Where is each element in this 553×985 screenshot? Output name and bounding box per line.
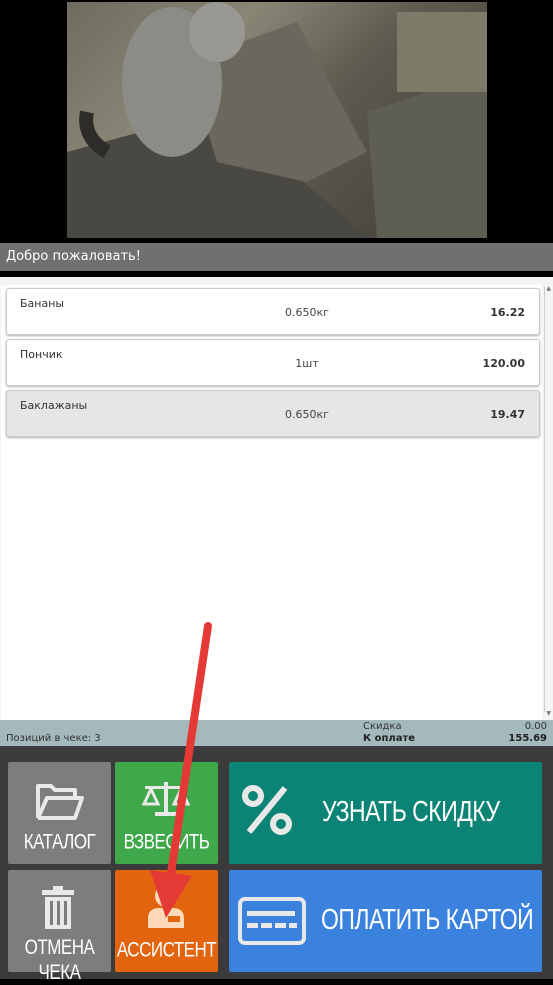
- receipt-item[interactable]: Пончик 1шт 120.00: [6, 339, 540, 386]
- positions-count: Позиций в чеке: 3: [6, 733, 101, 744]
- catalog-label: КАТАЛОГ: [23, 829, 96, 854]
- to-pay-value: 155.69: [508, 733, 547, 744]
- to-pay-label: К оплате: [363, 733, 416, 744]
- video-image: [67, 2, 487, 238]
- pay-by-card-button[interactable]: ОПЛАТИТЬ КАРТОЙ: [229, 870, 542, 972]
- person-icon: [148, 885, 184, 928]
- action-panel: КАТАЛОГ ВЗВЕСИТЬ ОТМЕНА ЧЕКА АССИСТЕНТ У…: [0, 746, 553, 984]
- receipt-item[interactable]: Бананы 0.650кг 16.22: [6, 288, 540, 335]
- cancel-receipt-button[interactable]: ОТМЕНА ЧЕКА: [8, 870, 111, 984]
- receipt-list-body: Бананы 0.650кг 16.22 Пончик 1шт 120.00 Б…: [1, 285, 542, 720]
- discount-label: Скидка: [363, 721, 402, 732]
- welcome-text: Добро пожаловать!: [6, 249, 141, 264]
- scroll-down-icon[interactable]: ▼: [546, 710, 551, 717]
- item-name: Бананы: [20, 297, 65, 310]
- find-discount-label: УЗНАТЬ СКИДКУ: [322, 794, 500, 828]
- item-price: 19.47: [490, 408, 525, 421]
- item-qty: 1шт: [295, 357, 319, 370]
- weigh-button[interactable]: ВЗВЕСИТЬ: [115, 762, 218, 864]
- receipt-item-selected[interactable]: Баклажаны 0.650кг 19.47: [6, 390, 540, 437]
- find-discount-button[interactable]: УЗНАТЬ СКИДКУ: [229, 762, 542, 864]
- assistant-label: АССИСТЕНТ: [116, 937, 217, 962]
- scroll-up-icon[interactable]: ▲: [546, 285, 551, 292]
- camera-video-area: [0, 0, 553, 240]
- receipt-scrollbar[interactable]: [544, 287, 550, 712]
- pay-by-card-label: ОПЛАТИТЬ КАРТОЙ: [321, 902, 534, 936]
- scales-icon: [141, 782, 191, 816]
- item-qty: 0.650кг: [285, 306, 329, 319]
- item-price: 16.22: [490, 306, 525, 319]
- totals-bar: Позиций в чеке: 3 Скидка 0.00 К оплате 1…: [0, 720, 553, 746]
- credit-card-icon: [238, 897, 306, 945]
- weigh-label: ВЗВЕСИТЬ: [123, 829, 210, 854]
- item-name: Пончик: [20, 348, 63, 361]
- percent-icon: [242, 785, 292, 835]
- item-qty: 0.650кг: [285, 408, 329, 421]
- camera-video-frame: [67, 2, 487, 238]
- folder-icon: [36, 784, 84, 820]
- assistant-button[interactable]: АССИСТЕНТ: [115, 870, 218, 972]
- welcome-bar: Добро пожаловать!: [0, 243, 553, 271]
- trash-icon: [42, 886, 74, 929]
- discount-value: 0.00: [524, 721, 547, 732]
- item-price: 120.00: [482, 357, 525, 370]
- receipt-list: Бананы 0.650кг 16.22 Пончик 1шт 120.00 Б…: [0, 277, 553, 720]
- item-name: Баклажаны: [20, 399, 88, 412]
- cancel-receipt-label: ОТМЕНА ЧЕКА: [24, 935, 95, 984]
- catalog-button[interactable]: КАТАЛОГ: [8, 762, 111, 864]
